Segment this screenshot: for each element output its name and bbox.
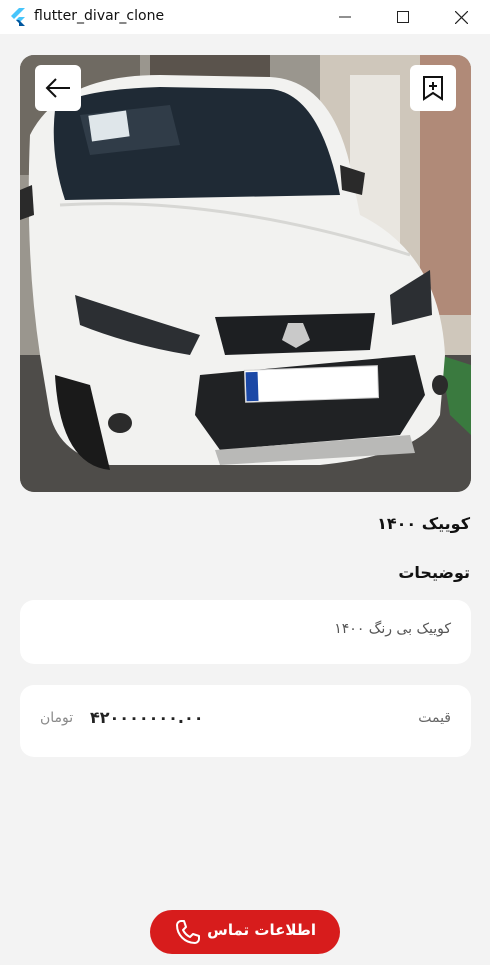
listing-title: کوییک ۱۴۰۰ [377, 514, 470, 533]
price-label: قیمت [418, 710, 451, 726]
contact-info-button[interactable]: اطلاعات تماس [150, 910, 340, 954]
window-title: flutter_divar_clone [34, 8, 165, 24]
description-text: کوییک بی رنگ ۱۴۰۰ [334, 621, 451, 637]
close-button[interactable] [438, 0, 484, 34]
price-value: ۴۲۰۰۰۰۰۰۰.۰۰ [90, 708, 204, 727]
back-button[interactable] [35, 65, 81, 111]
app-window: flutter_divar_clone کوییک ۱۴۰۰ توضیحات ک… [0, 0, 490, 965]
close-icon [454, 10, 468, 24]
title-bar: flutter_divar_clone [0, 0, 490, 34]
price-card: قیمت ۴۲۰۰۰۰۰۰۰.۰۰ تومان [20, 685, 471, 757]
price-unit: تومان [40, 710, 74, 726]
phone-icon [176, 920, 200, 944]
listing-photo [20, 55, 471, 492]
car-photo-illustration [20, 55, 471, 492]
maximize-icon [397, 11, 409, 23]
maximize-button[interactable] [380, 0, 426, 34]
minimize-button[interactable] [322, 0, 368, 34]
flutter-logo-icon [11, 8, 25, 26]
contact-info-label: اطلاعات تماس [207, 921, 316, 939]
minimize-icon [339, 16, 351, 18]
description-card: کوییک بی رنگ ۱۴۰۰ [20, 600, 471, 664]
arrow-left-icon [45, 78, 70, 98]
description-heading: توضیحات [398, 563, 470, 582]
bookmark-add-icon [423, 76, 443, 101]
bookmark-button[interactable] [410, 65, 456, 111]
